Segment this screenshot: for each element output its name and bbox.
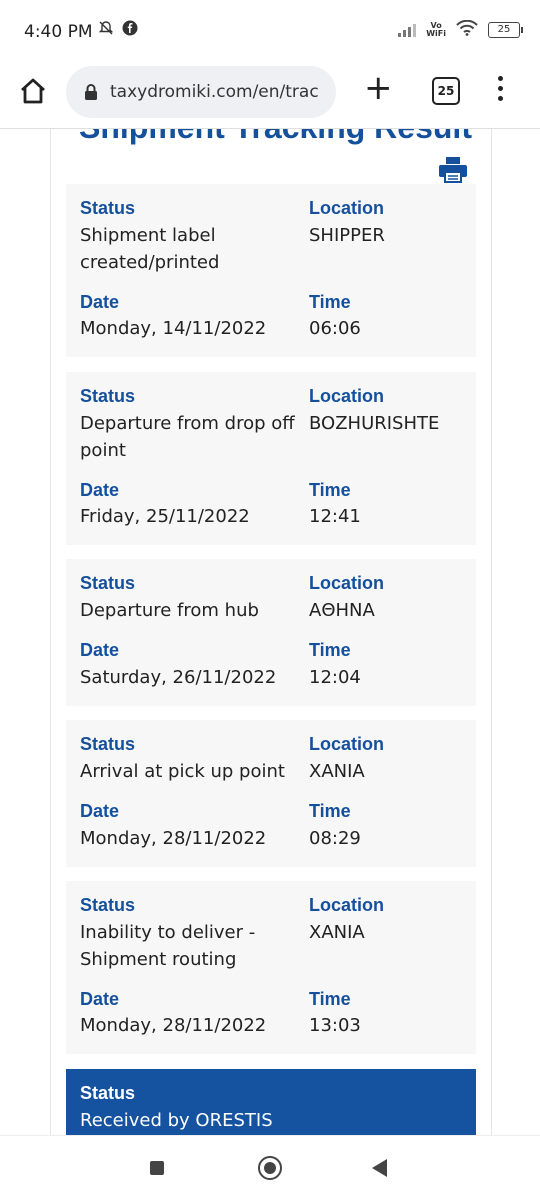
recents-button[interactable] bbox=[150, 1161, 164, 1175]
date-value: Saturday, 26/11/2022 bbox=[80, 667, 277, 688]
location-value: ΑΘΗΝΑ bbox=[309, 600, 375, 621]
location-label: Location bbox=[309, 573, 384, 593]
location-value: BOZHURISHTE bbox=[309, 413, 440, 434]
date-value: Friday, 25/11/2022 bbox=[80, 506, 250, 527]
system-navigation-bar bbox=[0, 1135, 540, 1201]
time-label: Time bbox=[309, 480, 351, 500]
location-value: SHIPPER bbox=[309, 225, 385, 246]
time-value: 12:41 bbox=[309, 506, 361, 527]
address-bar[interactable]: taxydromiki.com/en/trac bbox=[66, 66, 336, 118]
status-label: Status bbox=[80, 198, 136, 218]
facebook-icon bbox=[122, 20, 138, 40]
time-value: 08:29 bbox=[309, 828, 361, 849]
status-label: Status bbox=[80, 1083, 136, 1103]
lock-icon bbox=[84, 83, 98, 101]
time-label: Time bbox=[309, 640, 351, 660]
status-value: Departure from drop off point bbox=[80, 413, 295, 461]
wifi-icon bbox=[456, 19, 478, 40]
status-value: Received by ORESTIS bbox=[80, 1110, 273, 1131]
home-button[interactable] bbox=[258, 1156, 282, 1180]
tracking-event-card: Status Location Inability to deliver - S… bbox=[66, 881, 476, 1054]
overflow-menu-icon[interactable] bbox=[496, 76, 504, 101]
date-label: Date bbox=[80, 640, 120, 660]
date-label: Date bbox=[80, 989, 120, 1009]
time-label: Time bbox=[309, 989, 351, 1009]
status-label: Status bbox=[80, 573, 136, 593]
status-label: Status bbox=[80, 734, 136, 754]
date-value: Monday, 28/11/2022 bbox=[80, 828, 267, 849]
status-value: Inability to deliver - Shipment routing bbox=[80, 922, 256, 970]
location-label: Location bbox=[309, 386, 384, 406]
location-label: Location bbox=[309, 734, 384, 754]
status-icons: Vo WiFi 25 bbox=[398, 19, 523, 40]
print-icon[interactable] bbox=[439, 157, 467, 183]
location-value: XANIA bbox=[309, 922, 365, 943]
time-label: Time bbox=[309, 292, 351, 312]
home-icon[interactable] bbox=[18, 76, 48, 106]
status-value: Departure from hub bbox=[80, 600, 259, 621]
browser-toolbar: taxydromiki.com/en/trac + 25 bbox=[0, 62, 540, 129]
tracking-event-card: Status Location Shipment label created/p… bbox=[66, 184, 476, 357]
page-title: Shipment Tracking Result bbox=[79, 129, 472, 146]
date-value: Monday, 14/11/2022 bbox=[80, 318, 267, 339]
status-value: Arrival at pick up point bbox=[80, 761, 285, 782]
date-label: Date bbox=[80, 480, 120, 500]
status-value: Shipment label created/printed bbox=[80, 225, 220, 273]
vowifi-icon: Vo WiFi bbox=[426, 21, 446, 38]
tab-switcher-button[interactable]: 25 bbox=[432, 77, 460, 105]
mute-bell-icon bbox=[98, 20, 114, 40]
tracking-event-card: Status Location Arrival at pick up point… bbox=[66, 720, 476, 867]
time-value: 06:06 bbox=[309, 318, 361, 339]
location-label: Location bbox=[309, 895, 384, 915]
date-value: Monday, 28/11/2022 bbox=[80, 1015, 267, 1036]
tracking-event-card: Status Location Departure from hub ΑΘΗΝΑ… bbox=[66, 559, 476, 706]
time-label: Time bbox=[309, 801, 351, 821]
status-label: Status bbox=[80, 386, 136, 406]
date-label: Date bbox=[80, 801, 120, 821]
latest-tracking-event-card: Status Received by ORESTIS bbox=[66, 1069, 476, 1135]
back-button[interactable] bbox=[372, 1159, 387, 1177]
status-label: Status bbox=[80, 895, 136, 915]
signal-icon bbox=[398, 23, 417, 37]
url-text: taxydromiki.com/en/trac bbox=[110, 82, 319, 102]
status-bar: 4:40 PM Vo WiFi 25 bbox=[0, 0, 540, 62]
location-label: Location bbox=[309, 198, 384, 218]
tracking-panel: Shipment Tracking Result Status Location… bbox=[50, 129, 492, 1135]
new-tab-icon[interactable]: + bbox=[364, 68, 393, 108]
time-value: 13:03 bbox=[309, 1015, 361, 1036]
web-page: Shipment Tracking Result Status Location… bbox=[0, 129, 540, 1135]
tracking-event-card: Status Location Departure from drop off … bbox=[66, 372, 476, 545]
clock: 4:40 PM bbox=[24, 22, 93, 42]
battery-icon: 25 bbox=[488, 22, 523, 38]
time-value: 12:04 bbox=[309, 667, 361, 688]
date-label: Date bbox=[80, 292, 120, 312]
location-value: XANIA bbox=[309, 761, 365, 782]
